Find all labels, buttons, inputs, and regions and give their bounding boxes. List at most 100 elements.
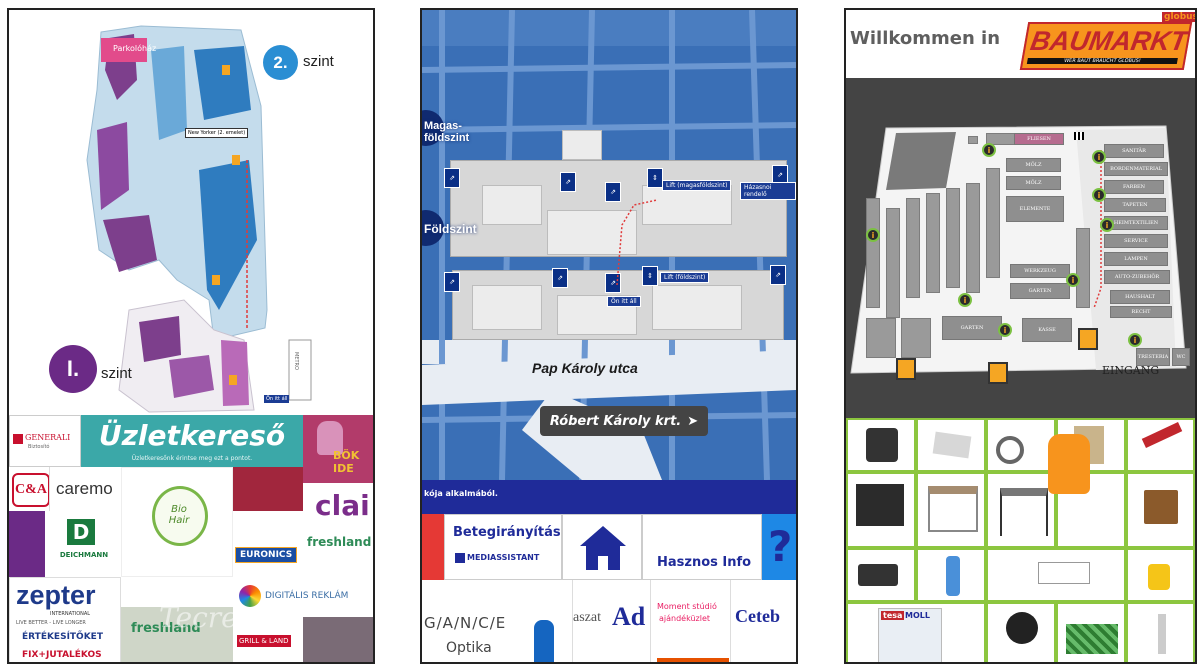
freshland-tile[interactable]: freshland: [303, 529, 373, 577]
optics-tile[interactable]: G/A/N/C/E Optika: [422, 580, 572, 662]
home-tile[interactable]: [562, 514, 642, 580]
tesa-moll-package-icon: tesa MOLL: [878, 608, 942, 662]
digital-ad-text: DIGITÁLIS REKLÁM: [265, 591, 349, 601]
product-cartridge[interactable]: [1126, 602, 1195, 662]
dept-wc[interactable]: WC: [1172, 348, 1190, 366]
laundry-rack-icon: [1038, 562, 1090, 584]
bio-hair-tile[interactable]: Bio Hair: [121, 467, 233, 577]
product-light-strip[interactable]: [986, 418, 1056, 472]
zepter-tile[interactable]: zepter INTERNATIONAL LIVE BETTER - LIVE …: [9, 577, 121, 662]
info-point-icon[interactable]: i: [1092, 188, 1106, 202]
info-point-icon[interactable]: i: [866, 228, 880, 242]
info-point-icon[interactable]: i: [1066, 273, 1080, 287]
level-1-badge[interactable]: I.: [49, 345, 97, 393]
dept-garten[interactable]: GARTEN: [1010, 283, 1070, 299]
product-fire-extinguisher[interactable]: [916, 548, 986, 602]
moment-studio-sub: ajándéküzlet: [659, 614, 711, 623]
dept-molz-2[interactable]: MÖLZ: [1006, 176, 1061, 190]
product-paint-bucket[interactable]: [1126, 472, 1195, 548]
dept-fliesen[interactable]: FLIESEN: [1014, 133, 1064, 145]
zepter-tagline: LIVE BETTER - LIVE LONGER: [16, 620, 86, 626]
dept-bodenmaterial[interactable]: BORDENMATERIAL: [1104, 162, 1168, 176]
product-grass-paver[interactable]: [1056, 602, 1126, 662]
product-plant-pot[interactable]: [986, 602, 1056, 662]
hair-salon-tile[interactable]: aszat: [572, 580, 610, 662]
info-point-icon[interactable]: i: [982, 143, 996, 157]
dept-service[interactable]: SERVICE: [1104, 234, 1168, 248]
deichmann-tile[interactable]: D DEICHMANN: [45, 511, 121, 577]
dept-kasse[interactable]: KASSE: [1022, 318, 1072, 342]
hand-pointer-icon: [1048, 434, 1090, 494]
ceteb-tile[interactable]: Ceteb: [730, 580, 796, 662]
cartridge-icon: [1158, 614, 1166, 654]
product-tesa-moll[interactable]: tesa MOLL: [846, 602, 986, 662]
dept-haushalt[interactable]: HAUSHALT: [1110, 290, 1170, 304]
lift-icon: [229, 375, 237, 385]
dept-auto-zubehor[interactable]: AUTO-ZUBEHÖR: [1104, 270, 1170, 284]
dept-molz[interactable]: MÖLZ: [1006, 158, 1061, 172]
hand-pointer-icon: [534, 620, 554, 662]
dept-werkzeug[interactable]: WERKZEUG: [1010, 264, 1070, 278]
dept-garten-2[interactable]: GARTEN: [942, 316, 1002, 340]
bok-ide-tile[interactable]: BÖK IDE: [303, 415, 373, 483]
kiosk-icon[interactable]: [896, 358, 916, 380]
info-point-icon[interactable]: i: [958, 293, 972, 307]
brand-slogan: WER BAUT BRAUCHT GLOBUS!: [1026, 58, 1178, 64]
level-2-badge[interactable]: 2.: [263, 45, 298, 80]
euronics-tile[interactable]: EURONICS: [233, 535, 303, 577]
shed-icon: [856, 484, 904, 526]
dept-recht[interactable]: RECHT: [1110, 306, 1172, 318]
optics-label: Optika: [446, 640, 492, 656]
caremo-tile[interactable]: caremo: [49, 467, 121, 511]
info-point-icon[interactable]: i: [1100, 218, 1114, 232]
product-gazebo[interactable]: [916, 472, 986, 548]
info-point-icon[interactable]: i: [1128, 333, 1142, 347]
dark-tile[interactable]: [303, 617, 373, 662]
product-table-saw[interactable]: [986, 472, 1056, 548]
red-tile[interactable]: [422, 514, 444, 580]
product-hand-pointer[interactable]: [1048, 434, 1126, 548]
plant-pot-icon: [1006, 612, 1038, 644]
dept-farben[interactable]: FARBEN: [1104, 180, 1164, 194]
purple-tile[interactable]: [9, 511, 45, 577]
kiosk-icon[interactable]: [1078, 328, 1098, 350]
generali-tile[interactable]: GENERALI Biztosító: [9, 415, 81, 467]
moment-studio-tile[interactable]: Moment stúdió ajándéküzlet: [650, 580, 730, 662]
dept-sanitar[interactable]: SANITÄR: [1104, 144, 1164, 158]
patient-guide-tile[interactable]: Betegirányítás MEDIASSISTANT: [444, 514, 562, 580]
red-tile[interactable]: [233, 467, 303, 511]
kiosk-icon[interactable]: [988, 362, 1008, 384]
clinic-floor-map[interactable]: ⇗ ⇗ ⇗ ⇕ ⇗ ⇗ ⇗ ⇗ ⇕ ⇗ Lift (magasföldszint…: [422, 10, 796, 480]
boulevard-sign[interactable]: Róbert Károly krt. ➤: [540, 406, 708, 436]
product-garden-shed[interactable]: [846, 472, 916, 548]
product-ceiling-lamp[interactable]: [916, 418, 986, 472]
info-tiles: kója alkalmából. Betegirányítás MEDIASSI…: [422, 480, 796, 662]
dept-tapeten[interactable]: TAPETEN: [1104, 198, 1166, 212]
tesa-label: tesa: [881, 611, 905, 620]
mall-floor-map[interactable]: Parkolóház New Yorker (2. emelet) Ön itt…: [9, 10, 373, 415]
product-grid: tesa MOLL: [846, 418, 1195, 662]
product-vacuum[interactable]: [1126, 548, 1195, 602]
useful-info-tile[interactable]: Hasznos Info: [642, 514, 762, 580]
caremo-logo: caremo: [56, 479, 113, 498]
empty-tile[interactable]: [233, 511, 303, 535]
product-grill[interactable]: [846, 418, 916, 472]
dept-elemente[interactable]: ELEMENTE: [1006, 196, 1064, 222]
street-label: Pap Károly utca: [532, 360, 638, 376]
info-point-icon[interactable]: i: [1092, 150, 1106, 164]
info-point-icon[interactable]: i: [998, 323, 1012, 337]
shelf: [866, 318, 896, 358]
store-finder-tile[interactable]: Üzletkereső Üzletkeresőnk érintse meg ez…: [81, 415, 303, 467]
ad-tile[interactable]: Ad: [610, 580, 650, 662]
zepter-logo: zepter: [16, 580, 96, 610]
dept-lampen[interactable]: LAMPEN: [1104, 252, 1168, 266]
help-tile[interactable]: ?: [762, 514, 796, 580]
grass-paver-icon: [1066, 624, 1118, 654]
claire-tile[interactable]: clai: [303, 483, 373, 529]
product-laundry-rack[interactable]: [986, 548, 1126, 602]
level-1-number: I.: [66, 356, 80, 381]
store-floor-map[interactable]: FLIESEN MÖLZ MÖLZ SANITÄR BORDENMATERIAL…: [846, 78, 1195, 418]
product-tool-case[interactable]: [846, 548, 916, 602]
product-sander[interactable]: [1126, 418, 1195, 472]
you-are-here-label: New Yorker (2. emelet): [185, 128, 249, 138]
